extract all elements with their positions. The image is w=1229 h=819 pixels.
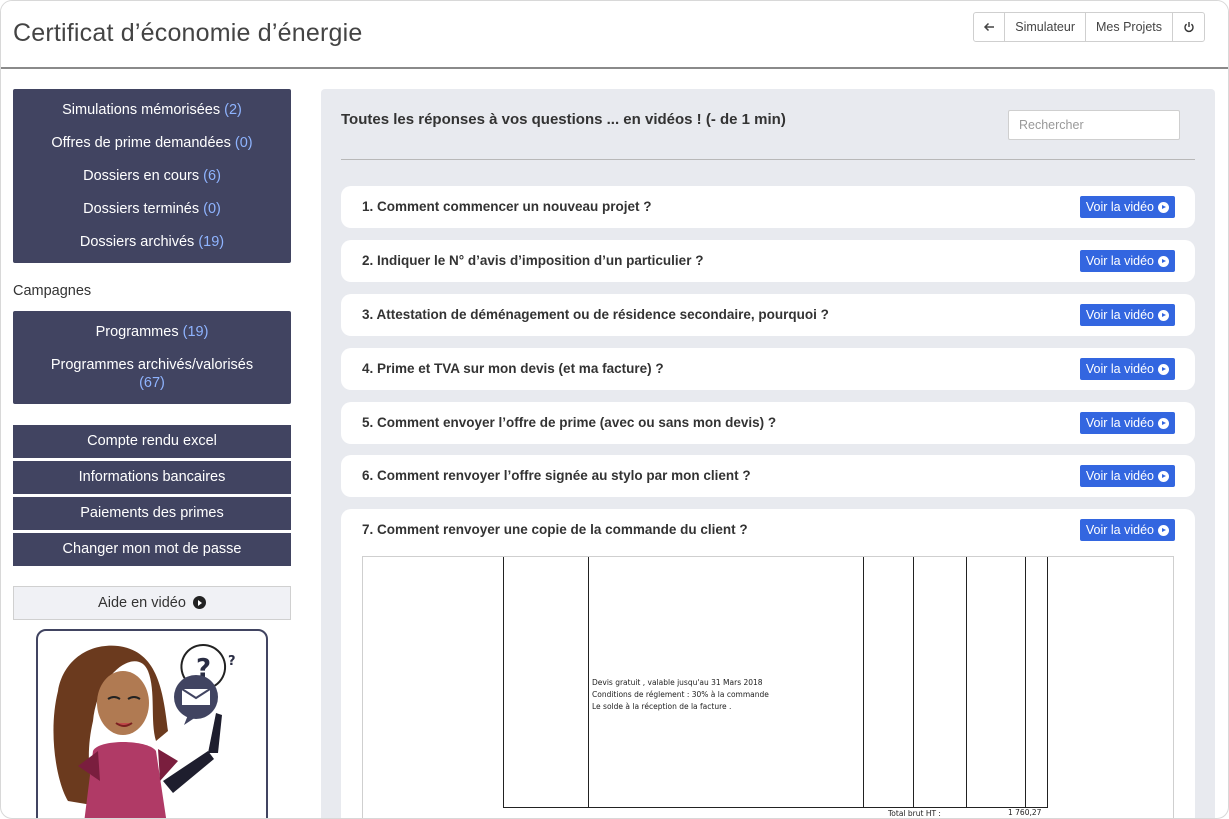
stats-menu: Simulations mémorisées (2) Offres de pri… — [13, 89, 291, 263]
power-icon — [1183, 22, 1194, 33]
faq-item[interactable]: 4. Prime et TVA sur mon devis (et ma fac… — [341, 348, 1195, 390]
faq-question: 2. Indiquer le N° d’avis d’imposition d’… — [362, 253, 704, 268]
faq-question: 1. Comment commencer un nouveau projet ? — [362, 199, 652, 214]
sidebar-item-simulations[interactable]: Simulations mémorisées (2) — [13, 94, 291, 127]
document-text: Le solde à la réception de la facture . — [592, 702, 732, 711]
play-icon — [1158, 470, 1169, 482]
campaigns-label: Campagnes — [13, 283, 92, 299]
faq-item[interactable]: 2. Indiquer le N° d’avis d’imposition d’… — [341, 240, 1195, 282]
document-total-value: 1 760,27 — [1008, 808, 1042, 817]
sidebar: Simulations mémorisées (2) Offres de pri… — [13, 89, 291, 818]
logout-button[interactable] — [1173, 13, 1204, 41]
projects-button[interactable]: Mes Projets — [1086, 13, 1173, 41]
excel-report-button[interactable]: Compte rendu excel — [13, 425, 291, 458]
document-total-label: Total brut HT : — [888, 809, 941, 818]
top-nav: Simulateur Mes Projets — [973, 12, 1205, 42]
table-rule — [588, 557, 589, 807]
table-rule — [913, 557, 914, 807]
payments-button[interactable]: Paiements des primes — [13, 497, 291, 530]
play-icon — [1158, 417, 1169, 429]
assistant-illustration: ? ? — [36, 629, 268, 818]
divider — [341, 159, 1195, 160]
play-icon — [192, 596, 206, 609]
watch-video-button[interactable]: Voir la vidéo — [1079, 250, 1175, 272]
play-icon — [1158, 201, 1169, 213]
watch-video-button[interactable]: Voir la vidéo — [1079, 465, 1175, 487]
faq-question: 5. Comment envoyer l’offre de prime (ave… — [362, 415, 777, 430]
watch-video-button[interactable]: Voir la vidéo — [1079, 196, 1175, 218]
table-rule — [863, 557, 864, 807]
back-button[interactable] — [974, 13, 1006, 41]
faq-item[interactable]: 3. Attestation de déménagement ou de rés… — [341, 294, 1195, 336]
sidebar-item-programs[interactable]: Programmes (19) — [13, 316, 291, 349]
search-input[interactable] — [1008, 110, 1180, 140]
document-text: Devis gratuit , valable jusqu'au 31 Mars… — [592, 678, 763, 687]
account-menu: Compte rendu excel Informations bancaire… — [13, 425, 291, 566]
table-rule — [1025, 557, 1026, 807]
sidebar-item-finished[interactable]: Dossiers terminés (0) — [13, 193, 291, 226]
app-window: Certificat d’économie d’énergie Simulate… — [0, 0, 1229, 819]
faq-item[interactable]: 6. Comment renvoyer l’offre signée au st… — [341, 455, 1195, 497]
play-icon — [1158, 255, 1169, 267]
watch-video-button[interactable]: Voir la vidéo — [1079, 412, 1175, 434]
watch-video-button[interactable]: Voir la vidéo — [1079, 358, 1175, 380]
watch-video-button[interactable]: Voir la vidéo — [1079, 304, 1175, 326]
faq-item-expanded[interactable]: 7. Comment renvoyer une copie de la comm… — [341, 509, 1195, 818]
play-icon — [1158, 309, 1169, 321]
simulator-button[interactable]: Simulateur — [1005, 13, 1086, 41]
sidebar-item-offers[interactable]: Offres de prime demandées (0) — [13, 127, 291, 160]
faq-item[interactable]: 5. Comment envoyer l’offre de prime (ave… — [341, 402, 1195, 444]
faq-question: 4. Prime et TVA sur mon devis (et ma fac… — [362, 361, 664, 376]
header: Certificat d’économie d’énergie Simulate… — [1, 1, 1228, 69]
table-rule — [503, 557, 504, 807]
change-password-button[interactable]: Changer mon mot de passe — [13, 533, 291, 566]
faq-item[interactable]: 1. Comment commencer un nouveau projet ?… — [341, 186, 1195, 228]
faq-question: 3. Attestation de déménagement ou de rés… — [362, 307, 829, 322]
sidebar-item-archived[interactable]: Dossiers archivés (19) — [13, 226, 291, 259]
faq-question: 7. Comment renvoyer une copie de la comm… — [362, 522, 748, 537]
document-preview: Devis gratuit , valable jusqu'au 31 Mars… — [362, 556, 1174, 818]
video-help-button[interactable]: Aide en vidéo — [13, 586, 291, 620]
arrow-left-icon — [984, 22, 995, 32]
table-rule — [1047, 557, 1048, 807]
page-title: Certificat d’économie d’énergie — [13, 19, 363, 47]
assistant-character-icon: ? ? — [53, 644, 236, 818]
play-icon — [1158, 363, 1169, 375]
sidebar-item-in-progress[interactable]: Dossiers en cours (6) — [13, 160, 291, 193]
document-text: Conditions de réglement : 30% à la comma… — [592, 690, 769, 699]
table-rule — [503, 807, 1048, 808]
faq-question: 6. Comment renvoyer l’offre signée au st… — [362, 468, 751, 483]
campaigns-menu: Programmes (19) Programmes archivés/valo… — [13, 311, 291, 404]
watch-video-button[interactable]: Voir la vidéo — [1079, 519, 1175, 541]
faq-heading: Toutes les réponses à vos questions ... … — [341, 111, 786, 128]
table-rule — [966, 557, 967, 807]
sidebar-item-programs-archived[interactable]: Programmes archivés/valorisés (67) — [13, 349, 291, 400]
play-icon — [1158, 524, 1169, 536]
bank-info-button[interactable]: Informations bancaires — [13, 461, 291, 494]
svg-text:?: ? — [228, 654, 236, 669]
faq-panel: Toutes les réponses à vos questions ... … — [321, 89, 1215, 818]
